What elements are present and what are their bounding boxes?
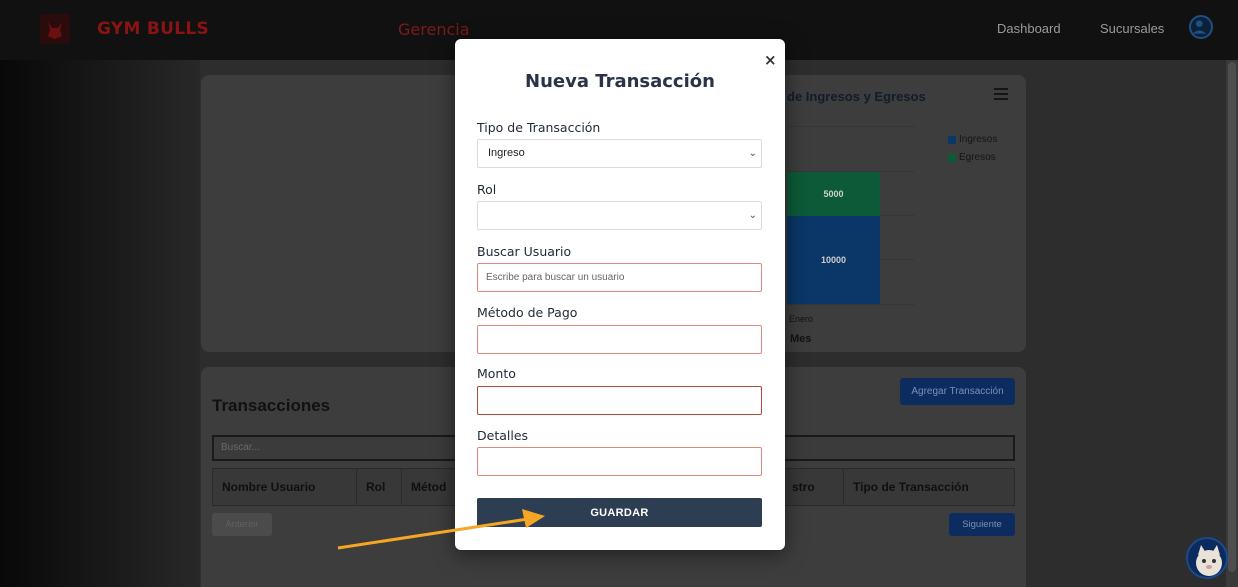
x-tick-label: Enero (789, 314, 814, 324)
monto-label: Monto (477, 366, 516, 381)
nav-sucursales-link[interactable]: Sucursales (1100, 21, 1164, 36)
x-axis-label: Mes (790, 333, 812, 345)
column-header[interactable]: Nombre Usuario (213, 469, 356, 505)
legend-label: Ingresos (959, 134, 998, 145)
assistant-avatar[interactable] (1186, 537, 1228, 579)
column-header[interactable]: stro (783, 469, 843, 505)
transactions-title: Transacciones (212, 396, 331, 415)
monto-input[interactable] (477, 386, 762, 415)
bar-ingresos-enero[interactable]: 10000 (787, 216, 880, 304)
scrollbar-thumb[interactable] (1228, 62, 1236, 572)
column-header[interactable]: Tipo de Transacción (843, 469, 1015, 505)
close-icon[interactable]: × (764, 51, 777, 69)
bar-egresos-enero[interactable]: 5000 (787, 172, 880, 216)
detalles-input[interactable] (477, 447, 762, 476)
metodo-pago-label: Método de Pago (477, 305, 578, 320)
previous-page-button[interactable]: Anterior (212, 513, 272, 536)
gym-logo[interactable] (40, 14, 70, 44)
legend-swatch (948, 135, 956, 144)
next-page-button[interactable]: Siguiente (949, 513, 1015, 536)
hamburger-icon[interactable] (994, 88, 1008, 100)
add-transaction-button[interactable]: Agregar Transacción (900, 378, 1015, 405)
tipo-transaccion-label: Tipo de Transacción (477, 120, 601, 135)
buscar-usuario-input[interactable]: Escribe para buscar un usuario (477, 263, 762, 292)
grid-line (787, 126, 915, 127)
column-header[interactable]: Rol (356, 469, 401, 505)
buscar-usuario-label: Buscar Usuario (477, 244, 572, 259)
left-background (0, 60, 200, 587)
legend-ingresos[interactable]: Ingresos (948, 134, 997, 145)
column-header[interactable]: Métod (401, 469, 456, 505)
rol-select[interactable]: ⌄ (477, 201, 762, 230)
nav-dashboard-link[interactable]: Dashboard (997, 21, 1061, 36)
section-title: Gerencia (398, 20, 470, 39)
save-button[interactable]: GUARDAR (477, 498, 762, 527)
chart-title: de Ingresos y Egresos (787, 89, 926, 104)
detalles-label: Detalles (477, 428, 529, 443)
chevron-down-icon: ⌄ (748, 148, 757, 159)
chevron-down-icon: ⌄ (748, 210, 757, 221)
grid-line (787, 304, 915, 305)
tipo-transaccion-select[interactable]: Ingreso ⌄ (477, 139, 762, 168)
legend-egresos[interactable]: Egresos (948, 152, 996, 163)
brand-name[interactable]: GYM BULLS (97, 19, 209, 39)
legend-label: Egresos (959, 152, 996, 163)
select-value: Ingreso (488, 147, 525, 159)
user-circle-icon[interactable] (1189, 15, 1213, 39)
legend-swatch (948, 153, 956, 162)
metodo-pago-input[interactable] (477, 325, 762, 354)
rol-label: Rol (477, 182, 497, 197)
modal-title: Nueva Transacción (525, 71, 715, 92)
